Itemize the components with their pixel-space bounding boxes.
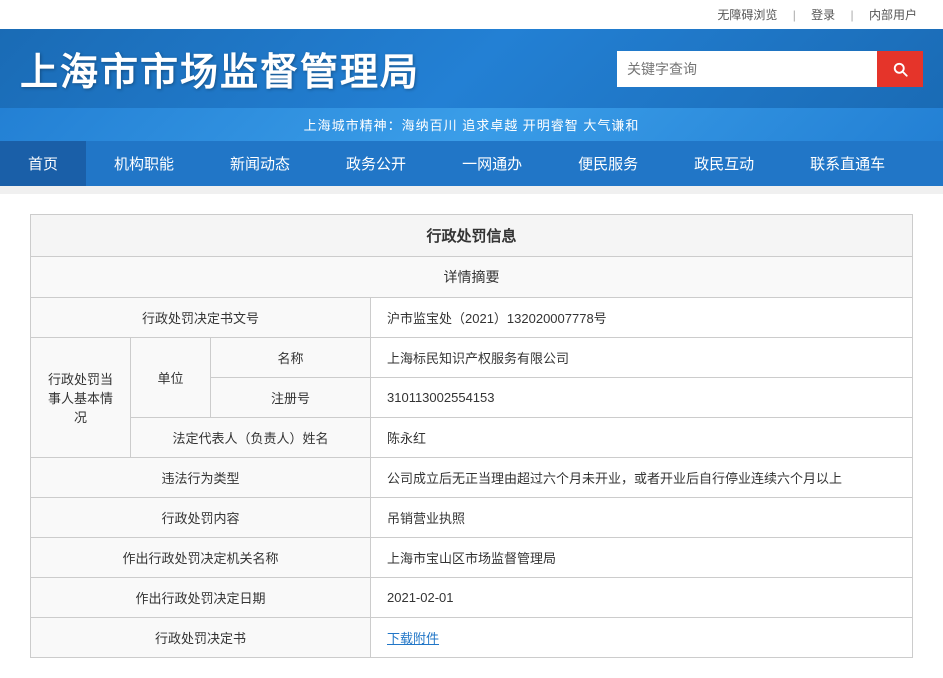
table-row-violation-type: 违法行为类型 公司成立后无正当理由超过六个月未开业，或者开业后自行停业连续六个月… xyxy=(31,458,913,498)
label-violation-type: 违法行为类型 xyxy=(31,458,371,498)
value-legal-rep: 陈永红 xyxy=(371,418,913,458)
label-issuing-authority: 作出行政处罚决定机关名称 xyxy=(31,538,371,578)
table-row-decision-date: 作出行政处罚决定日期 2021-02-01 xyxy=(31,578,913,618)
site-title: 上海市市场监督管理局 xyxy=(20,41,420,96)
section-header-cell: 行政处罚信息 xyxy=(31,215,913,257)
login-link[interactable]: 登录 xyxy=(811,8,835,22)
table-row-section-header: 行政处罚信息 xyxy=(31,215,913,257)
label-registration: 注册号 xyxy=(211,378,371,418)
sub-header-cell: 详情摘要 xyxy=(31,257,913,298)
table-row-legal-rep: 法定代表人（负责人）姓名 陈永红 xyxy=(31,418,913,458)
table-row-party-name: 行政处罚当事人基本情况 单位 名称 上海标民知识产权服务有限公司 xyxy=(31,338,913,378)
label-decision-number: 行政处罚决定书文号 xyxy=(31,298,371,338)
search-button[interactable] xyxy=(877,51,923,87)
download-link[interactable]: 下载附件 xyxy=(387,631,439,646)
label-decision-doc: 行政处罚决定书 xyxy=(31,618,371,658)
nav-service[interactable]: 便民服务 xyxy=(550,141,666,186)
value-issuing-authority: 上海市宝山区市场监督管理局 xyxy=(371,538,913,578)
header: 上海市市场监督管理局 xyxy=(0,29,943,108)
value-registration: 310113002554153 xyxy=(371,378,913,418)
internal-user-link[interactable]: 内部用户 xyxy=(869,8,917,22)
main-content: 行政处罚信息 详情摘要 行政处罚决定书文号 沪市监宝处（2021）1320200… xyxy=(0,194,943,678)
table-row-penalty-content: 行政处罚内容 吊销营业执照 xyxy=(31,498,913,538)
top-bar: 无障碍浏览 | 登录 | 内部用户 xyxy=(0,0,943,29)
value-decision-doc: 下载附件 xyxy=(371,618,913,658)
subtitle-text: 上海城市精神：海纳百川 追求卓越 开明睿智 大气谦和 xyxy=(304,118,640,133)
group-label-party: 行政处罚当事人基本情况 xyxy=(31,338,131,458)
nav-interaction[interactable]: 政民互动 xyxy=(666,141,782,186)
table-row-sub-header: 详情摘要 xyxy=(31,257,913,298)
table-row-decision-doc: 行政处罚决定书 下载附件 xyxy=(31,618,913,658)
accessibility-link[interactable]: 无障碍浏览 xyxy=(717,8,777,22)
search-input[interactable] xyxy=(617,51,877,87)
info-table: 行政处罚信息 详情摘要 行政处罚决定书文号 沪市监宝处（2021）1320200… xyxy=(30,214,913,658)
label-penalty-content: 行政处罚内容 xyxy=(31,498,371,538)
value-decision-number: 沪市监宝处（2021）132020007778号 xyxy=(371,298,913,338)
table-row-issuing-authority: 作出行政处罚决定机关名称 上海市宝山区市场监督管理局 xyxy=(31,538,913,578)
navigation: 首页 机构职能 新闻动态 政务公开 一网通办 便民服务 政民互动 联系直通车 xyxy=(0,141,943,186)
table-row-decision-number: 行政处罚决定书文号 沪市监宝处（2021）132020007778号 xyxy=(31,298,913,338)
value-violation-type: 公司成立后无正当理由超过六个月未开业，或者开业后自行停业连续六个月以上 xyxy=(371,458,913,498)
search-icon xyxy=(891,60,909,78)
nav-home[interactable]: 首页 xyxy=(0,141,86,186)
nav-contact[interactable]: 联系直通车 xyxy=(782,141,913,186)
subtitle-bar: 上海城市精神：海纳百川 追求卓越 开明睿智 大气谦和 xyxy=(0,108,943,141)
value-penalty-content: 吊销营业执照 xyxy=(371,498,913,538)
search-area xyxy=(617,51,923,87)
label-name: 名称 xyxy=(211,338,371,378)
sub-label-unit: 单位 xyxy=(131,338,211,418)
value-decision-date: 2021-02-01 xyxy=(371,578,913,618)
label-legal-rep: 法定代表人（负责人）姓名 xyxy=(131,418,371,458)
value-name: 上海标民知识产权服务有限公司 xyxy=(371,338,913,378)
nav-government[interactable]: 政务公开 xyxy=(318,141,434,186)
nav-news[interactable]: 新闻动态 xyxy=(202,141,318,186)
nav-functions[interactable]: 机构职能 xyxy=(86,141,202,186)
nav-online[interactable]: 一网通办 xyxy=(434,141,550,186)
divider xyxy=(0,186,943,194)
label-decision-date: 作出行政处罚决定日期 xyxy=(31,578,371,618)
